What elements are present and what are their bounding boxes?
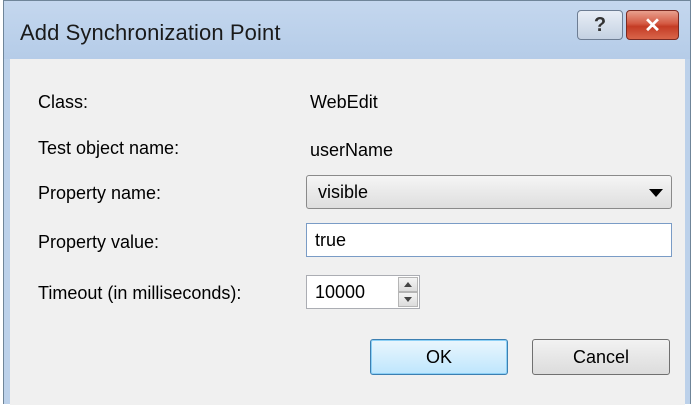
cancel-button[interactable]: Cancel bbox=[532, 339, 670, 375]
timeout-spin-buttons bbox=[398, 277, 418, 307]
close-button[interactable]: ✕ bbox=[626, 10, 679, 40]
property-value-input[interactable]: true bbox=[306, 223, 672, 257]
timeout-stepper[interactable]: 10000 bbox=[306, 275, 420, 309]
property-name-dropdown[interactable]: visible bbox=[306, 175, 672, 209]
class-value: WebEdit bbox=[310, 92, 378, 112]
ok-button[interactable]: OK bbox=[370, 339, 508, 375]
close-icon: ✕ bbox=[644, 14, 661, 37]
timeout-value: 10000 bbox=[315, 282, 366, 302]
test-object-name-value: userName bbox=[310, 140, 394, 160]
timeout-label: Timeout (in milliseconds): bbox=[38, 283, 242, 303]
title-bar[interactable]: Add Synchronization Point ? ✕ bbox=[4, 1, 690, 59]
help-button[interactable]: ? bbox=[577, 10, 623, 40]
help-icon: ? bbox=[593, 13, 607, 36]
dialog-body: Class: WebEdit Test object name: userNam… bbox=[10, 59, 685, 405]
spin-up-button[interactable] bbox=[398, 277, 418, 292]
dialog-title: Add Synchronization Point bbox=[20, 20, 281, 45]
property-value-text: true bbox=[315, 230, 347, 250]
chevron-down-icon[interactable] bbox=[649, 189, 663, 197]
class-label: Class: bbox=[38, 92, 89, 112]
spin-down-icon bbox=[404, 297, 412, 302]
spin-up-icon bbox=[404, 282, 412, 287]
property-name-selected: visible bbox=[318, 182, 369, 202]
add-sync-point-dialog: Add Synchronization Point ? ✕ Class: Web… bbox=[3, 0, 691, 405]
property-name-label: Property name: bbox=[38, 183, 162, 203]
test-object-name-label: Test object name: bbox=[38, 138, 180, 158]
spin-down-button[interactable] bbox=[398, 292, 418, 307]
property-value-label: Property value: bbox=[38, 232, 160, 252]
